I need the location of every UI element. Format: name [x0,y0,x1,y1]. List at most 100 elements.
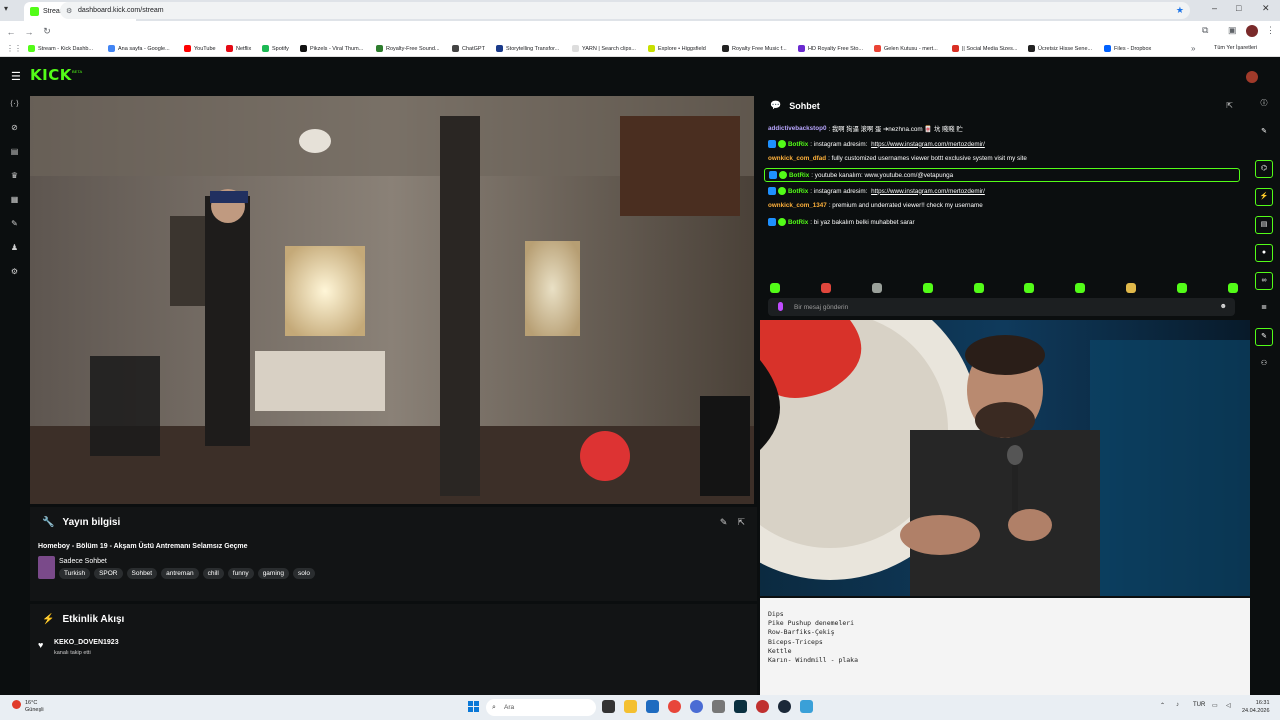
window-close-icon[interactable]: ✕ [1262,3,1270,14]
layers-icon[interactable]: ≣ [1255,300,1273,318]
emote-icon[interactable] [770,283,780,293]
chat-username[interactable]: ownkick_com_dfad [768,155,826,162]
emote-icon[interactable] [922,283,933,293]
emote-icon[interactable] [1227,283,1238,293]
file-explorer-icon[interactable] [624,700,637,713]
volume-icon[interactable]: ◁ [1226,702,1231,709]
category-name[interactable]: Sadece Sohbet [59,558,107,565]
stream-broadcast-icon[interactable]: ⟨·⟩ [9,98,20,109]
mic-icon[interactable] [778,302,783,311]
bookmark-item[interactable]: Pikzels - Viral Thum... [300,45,363,52]
link-icon[interactable]: ⊘ [9,122,20,133]
chat-username[interactable]: ownkick_com_1347 [768,202,827,209]
community-icon[interactable]: ♟ [9,242,20,253]
emoji-icon[interactable]: ☻ [1220,303,1227,310]
chat-username[interactable]: BotRix [788,141,808,148]
media-taskbar-icon[interactable] [756,700,769,713]
settings-icon[interactable]: ⚙ [9,266,20,277]
address-bar[interactable]: ⚙ dashboard.kick.com/stream ★ [60,2,1190,19]
chat-link[interactable]: https://www.instagram.com/mertozdemir/ [871,188,985,195]
chat-popout-icon[interactable]: ⇱ [1226,101,1233,110]
stream-tag[interactable]: Turkish [59,568,91,579]
bookmark-item[interactable]: Netflix [226,45,251,52]
back-icon[interactable]: ← [2,27,20,37]
bookmark-item[interactable]: Ana sayfa - Google... [108,45,170,52]
bookmarks-more-button[interactable]: » [1191,44,1195,53]
chrome-menu-icon[interactable]: ⋮ [1266,25,1275,36]
system-clock[interactable]: 16:31 24.04.2026 [1242,699,1270,715]
site-info-icon[interactable]: ⚙ [66,7,72,15]
stream-tag[interactable]: SPOR [94,568,123,579]
bookmark-item[interactable]: Gelen Kutusu - mert... [874,45,938,52]
emote-icon[interactable] [1075,283,1086,293]
bookmark-item[interactable]: Ücretsiz Hisse Sene... [1028,45,1092,52]
cast-icon[interactable]: ▣ [1228,25,1237,36]
extensions-icon[interactable]: ⧉ [1202,25,1208,36]
bookmark-item[interactable]: Spotify [262,45,289,52]
video-library-icon[interactable]: ▤ [9,146,20,157]
bookmark-item[interactable]: Explore • Higgsfield [648,45,706,52]
emote-icon[interactable] [1126,283,1137,293]
bookmark-item[interactable]: ChatGPT [452,45,485,52]
tray-overflow-icon[interactable]: ⌃ [1160,702,1165,709]
stream-tag[interactable]: solo [293,568,315,579]
tab-list-icon[interactable]: ▾ [4,4,16,16]
dashboard-icon[interactable]: ▦ [9,194,20,205]
tools-icon[interactable]: ✎ [9,218,20,229]
category-thumbnail[interactable] [38,556,55,579]
obs-taskbar-icon[interactable] [734,700,747,713]
activity-username[interactable]: KEKO_DOVEN1923 [54,639,119,646]
bookmark-item[interactable]: YouTube [184,45,216,52]
edit-icon[interactable]: ✎ [720,517,728,528]
trophy-icon[interactable]: ♛ [9,170,20,181]
store-icon[interactable] [646,700,659,713]
pencil-icon[interactable]: ✎ [1255,124,1273,142]
network-icon[interactable]: ▭ [1212,702,1218,709]
bookmark-item[interactable]: Royalty Free Music f... [722,45,787,52]
tool-icon[interactable]: ✎ [1255,328,1273,346]
bookmark-item[interactable]: Files - Dropbox [1104,45,1151,52]
weather-widget[interactable]: 16°C Güneşli [12,700,44,714]
chat-username[interactable]: BotRix [789,172,809,179]
mic-tray-icon[interactable]: ♪ [1176,702,1179,708]
stream-tag[interactable]: funny [227,568,254,579]
popout-icon[interactable]: ⇱ [737,517,745,528]
stream-preview-video[interactable] [30,96,754,504]
chat-username[interactable]: addictivebackstop0 [768,125,826,132]
apps-grid-icon[interactable]: ⋮⋮ [6,44,22,53]
emote-icon[interactable] [871,283,882,293]
bookmark-item[interactable]: YARN | Search clips... [572,45,636,52]
taskbar-search[interactable]: ⌕ Ara [486,699,596,716]
emote-icon[interactable] [973,283,984,293]
bookmark-star-icon[interactable]: ★ [1176,5,1184,16]
chat-username[interactable]: BotRix [788,219,808,226]
chat-input[interactable]: Bir mesaj gönderin ☻ [768,298,1235,316]
emote-icon[interactable] [1024,283,1035,293]
stream-tag[interactable]: chill [202,568,224,579]
maximize-icon[interactable]: □ [1236,3,1241,13]
lightning-icon[interactable]: ⚡ [1255,188,1273,206]
clipboard-icon[interactable]: ▤ [1255,216,1273,234]
menu-icon[interactable]: ☰ [11,70,21,83]
bookmark-item[interactable]: Royalty-Free Sound... [376,45,440,52]
steam-taskbar-icon[interactable] [778,700,791,713]
reload-icon[interactable]: ↻ [38,26,56,37]
kick-logo[interactable]: KICK [30,66,72,84]
stream-tag[interactable]: Sohbet [126,568,158,579]
stream-tag[interactable]: antreman [161,568,199,579]
bookmark-item[interactable]: Storytelling Transfor... [496,45,559,52]
app-taskbar-icon[interactable] [712,700,725,713]
task-view-icon[interactable] [602,700,615,713]
chrome-taskbar-icon[interactable] [668,700,681,713]
notepad-taskbar-icon[interactable] [800,700,813,713]
message-icon[interactable]: ● [1255,244,1273,262]
chat-link[interactable]: https://www.instagram.com/mertozdemir/ [871,141,985,148]
bookmark-item[interactable]: HD Royalty Free Sto... [798,45,863,52]
emote-icon[interactable] [1177,283,1187,293]
language-indicator[interactable]: TUR [1193,702,1205,708]
browser-taskbar-icon[interactable] [690,700,703,713]
minimize-icon[interactable]: – [1212,3,1217,13]
link-chain-icon[interactable]: ∞ [1255,272,1273,290]
bookmark-item[interactable]: Stream - Kick Dashb... [28,45,93,52]
bookmark-item[interactable]: || Social Media Sizes... [952,45,1017,52]
